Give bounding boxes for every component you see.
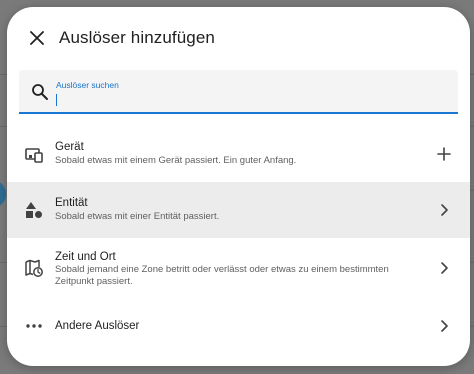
shapes-icon [26, 202, 42, 218]
close-icon [30, 31, 44, 45]
search-icon [32, 84, 48, 100]
trigger-item-entity[interactable]: Entität Sobald etwas mit einer Entität p… [7, 182, 470, 238]
trigger-item-description: Sobald etwas mit einem Gerät passiert. E… [55, 155, 297, 166]
background-avatar [0, 180, 6, 208]
trigger-item-title: Entität [55, 197, 88, 209]
add-trigger-dialog: Auslöser hinzufügen Auslöser suchen Gerä… [7, 7, 470, 366]
text-caret [56, 94, 57, 106]
plus-icon [437, 147, 451, 161]
trigger-item-title: Gerät [55, 141, 84, 153]
close-button[interactable] [23, 24, 51, 52]
device-icon [25, 148, 43, 163]
chevron-right-icon [441, 262, 448, 274]
search-field[interactable]: Auslöser suchen [19, 70, 458, 114]
chevron-right-icon [441, 204, 448, 216]
trigger-item-other[interactable]: Andere Auslöser [7, 300, 470, 352]
trigger-item-description: Sobald etwas mit einer Entität passiert. [55, 211, 220, 222]
chevron-right-icon [441, 320, 448, 332]
trigger-item-title: Andere Auslöser [55, 320, 140, 332]
trigger-item-description: Sobald jemand eine Zone betritt oder ver… [55, 264, 389, 287]
more-dots-icon [26, 324, 42, 328]
dialog-title: Auslöser hinzufügen [59, 28, 215, 47]
dialog-header: Auslöser hinzufügen [7, 7, 470, 69]
trigger-item-time-location[interactable]: Zeit und Ort Sobald jemand eine Zone bet… [7, 238, 470, 298]
trigger-item-title: Zeit und Ort [55, 251, 116, 263]
map-clock-icon [25, 259, 43, 277]
search-label: Auslöser suchen [56, 80, 119, 90]
search-input[interactable] [55, 92, 435, 108]
trigger-item-device[interactable]: Gerät Sobald etwas mit einem Gerät passi… [7, 126, 470, 182]
